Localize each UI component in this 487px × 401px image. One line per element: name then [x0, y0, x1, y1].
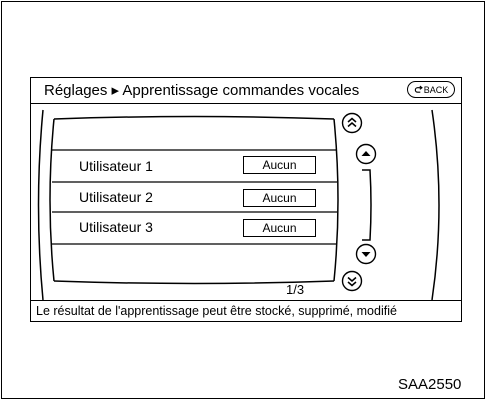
user-3-value-button[interactable]: Aucun: [243, 219, 316, 237]
double-chevron-up-icon[interactable]: [341, 112, 363, 134]
figure-code: SAA2550: [398, 376, 462, 393]
status-divider: [30, 300, 462, 301]
page-indicator: 1/3: [286, 282, 305, 297]
user-1-label: Utilisateur 1: [79, 158, 153, 174]
user-1-value-button[interactable]: Aucun: [243, 156, 316, 174]
user-3-label: Utilisateur 3: [79, 219, 153, 235]
chevron-up-icon[interactable]: [355, 143, 377, 165]
double-chevron-down-icon[interactable]: [341, 270, 363, 292]
user-2-label: Utilisateur 2: [79, 189, 153, 205]
status-text: Le résultat de l'apprentissage peut être…: [36, 304, 397, 318]
user-2-value-button[interactable]: Aucun: [243, 189, 316, 207]
chevron-down-icon[interactable]: [355, 243, 377, 265]
